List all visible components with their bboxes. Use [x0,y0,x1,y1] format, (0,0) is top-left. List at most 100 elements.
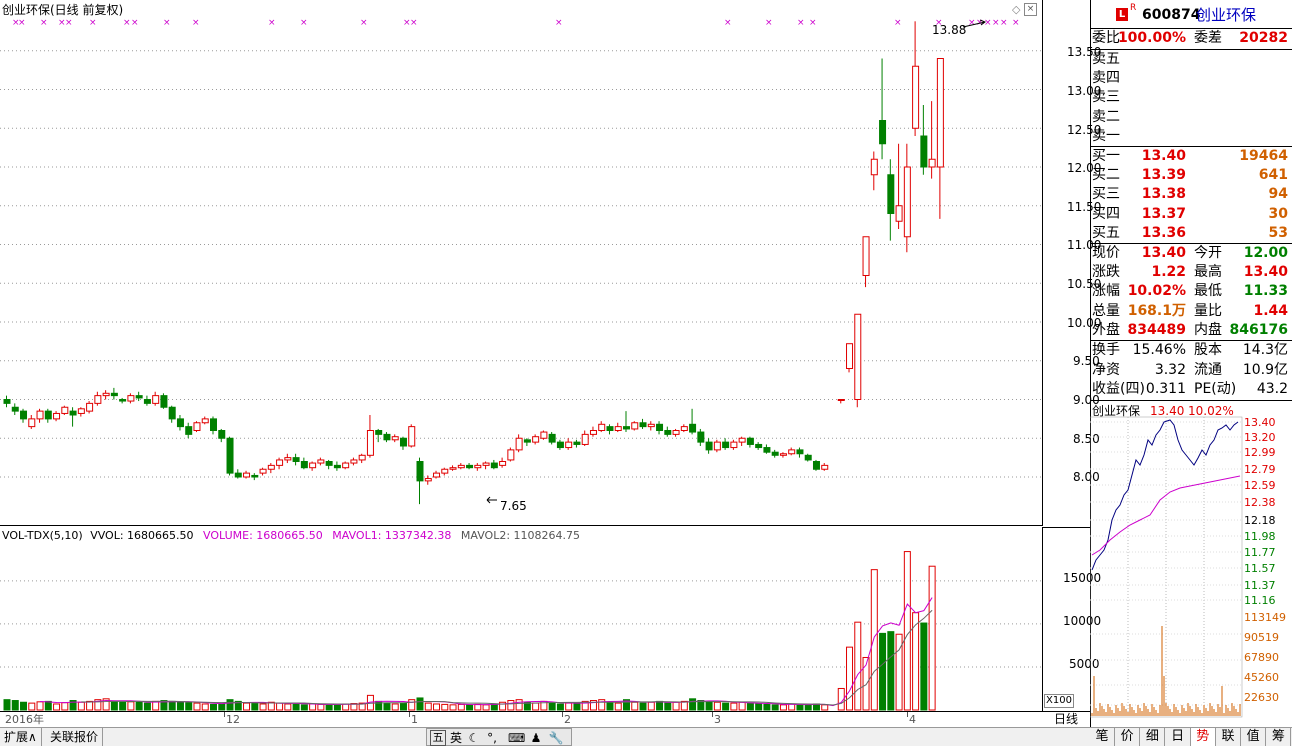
candle [548,432,556,445]
intraday-mini-chart[interactable]: 13.40 13.20 12.99 12.79 12.59 12.38 12.18 11.98… [1090,400,1292,727]
candle [920,105,928,175]
volume-bar [573,703,581,711]
rights-badge: R [1130,3,1137,13]
mini-price-tick: 12.99 [1244,446,1276,459]
volume-bar [226,699,234,711]
volume-bar [44,700,52,711]
volume-bar [61,702,69,711]
candle [713,439,721,453]
candle [796,447,804,458]
candle [705,438,713,454]
volume-bar [639,702,647,711]
related-quotes-tab[interactable]: 关联报价 [46,728,104,746]
candle [581,430,589,446]
volume-bar [656,700,664,711]
volume-bar [185,702,193,711]
candle [234,469,242,479]
volume-chart[interactable] [0,527,1042,711]
level-badge: L [1116,8,1128,21]
mini-price-tick: 11.77 [1244,546,1276,559]
candle [474,463,482,471]
wrench-icon[interactable]: 🔧 [548,730,564,746]
candle [903,143,911,253]
candle [61,405,69,415]
candle [77,407,85,417]
volume-bar [705,700,713,711]
volume-bar [383,702,391,711]
signal-marker: × [809,18,817,28]
volume-bar [614,702,622,711]
volume-bar [680,700,688,711]
candle [804,453,812,462]
candle [259,467,267,476]
mini-price-line [1091,419,1239,571]
signal-marker: × [724,18,732,28]
volume-bar [482,704,490,711]
sell-row: 卖二 [1092,108,1120,125]
volume-bar [143,702,151,711]
buy-row: 买四 13.37 30 [1092,205,1288,222]
volume-bar [474,703,482,711]
close-icon[interactable]: × [1024,3,1037,16]
tab-2[interactable]: 细 [1140,728,1166,746]
punctuation-icon[interactable]: °, [484,730,500,746]
candle [722,438,730,450]
candle [507,447,515,462]
volume-bar [457,703,465,711]
candle [862,236,870,288]
candle [69,407,77,427]
moon-icon[interactable]: ☾ [466,730,482,746]
volume-bar [796,703,804,711]
candle [317,457,325,466]
tab-7[interactable]: 筹 [1266,728,1292,746]
signal-marker: × [40,18,48,28]
weibi-row: 委比 100.00% 委差 20282 [1092,30,1288,46]
tab-4[interactable]: 势 [1190,728,1216,746]
chart-title: 创业环保(日线 前复权) [2,3,124,17]
candle [375,428,383,443]
signal-marker: × [1000,18,1008,28]
stat-row: 涨跌 1.22 最高 13.40 [1092,264,1288,281]
volume-bar [127,701,135,711]
mavol1-line [40,597,933,707]
tab-5[interactable]: 联 [1216,728,1241,746]
candle [457,463,465,470]
user-icon[interactable]: ♟ [528,730,544,746]
volume-bar [606,701,614,711]
candle [771,449,779,458]
tab-3[interactable]: 日 [1166,728,1191,746]
diamond-icon[interactable]: ◇ [1012,3,1020,16]
candle [143,395,151,406]
date-axis: 2016年 12 1 2 3 4 日线 [0,711,1090,727]
candle [333,461,341,471]
candle [623,411,630,433]
candlestick-chart[interactable]: ×× × × × × × × × × × × × × × × × × × × × × × × × × × × [0,0,1042,526]
stat-row: 外盘 834489 内盘 846176 [1092,321,1288,338]
period-label[interactable]: 日线 [1054,712,1078,726]
volume-axis: 15000 10000 5000 X100 [1042,527,1101,711]
ime-mode-icon[interactable]: 五 [430,730,446,746]
buy-row: 买三 13.38 94 [1092,186,1288,203]
volume-bar [424,702,432,711]
volume-bar [441,703,449,711]
expand-tab[interactable]: 扩展∧ [0,728,42,746]
ime-lang-icon[interactable]: 英 [448,730,464,746]
volume-bar [846,646,854,711]
tab-0[interactable]: 笔 [1090,728,1115,746]
signal-marker: × [89,18,97,28]
keyboard-icon[interactable]: ⌨ [508,730,525,746]
signal-marker: × [360,18,368,28]
mini-price-tick: 12.79 [1244,463,1276,476]
candle [523,438,531,446]
signal-marker: × [123,18,131,28]
candle [656,421,664,435]
tab-6[interactable]: 值 [1241,728,1267,746]
signal-marker: × [192,18,200,28]
tab-1[interactable]: 价 [1115,728,1141,746]
signal-marker: × [968,18,976,28]
candle [350,457,358,466]
price-axis: 13.50 13.00 12.50 12.00 11.50 11.00 10.5… [1042,0,1101,526]
candle [391,434,399,443]
stat-row: 现价 13.40 今开 12.00 [1092,245,1288,261]
candle [358,453,366,464]
